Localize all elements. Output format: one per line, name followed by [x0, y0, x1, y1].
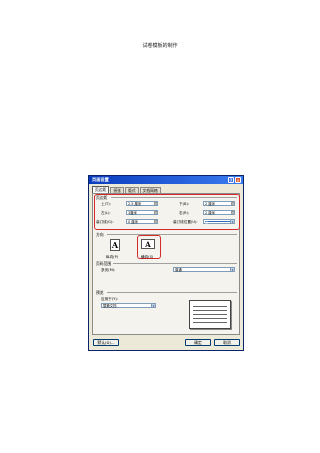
- apply-to-value: 整篇文档: [103, 304, 117, 308]
- multiple-pages-value: 普通: [175, 268, 182, 272]
- portrait-icon[interactable]: A: [110, 239, 120, 251]
- spin-arrows-icon[interactable]: ▴ ▾: [154, 210, 157, 215]
- ok-button[interactable]: 确定: [185, 339, 211, 346]
- gutter-value: 0 厘米: [128, 220, 139, 224]
- gutter-position-value: 左: [205, 220, 209, 224]
- chevron-down-icon[interactable]: ▾: [230, 220, 234, 224]
- divider: [113, 263, 237, 264]
- landscape-option-label[interactable]: 横向(S): [141, 255, 153, 260]
- pages-section-label: 页码范围: [96, 261, 112, 266]
- top-margin-label: 上(T):: [101, 202, 111, 206]
- portrait-option-label[interactable]: 纵向(P): [106, 255, 118, 260]
- top-margin-input[interactable]: 2.5 厘米 ▴ ▾: [126, 201, 158, 206]
- divider: [107, 234, 237, 235]
- page-preview-thumbnail: [189, 300, 231, 329]
- tab-strip: 页边距 纸张 版式 文档网格: [92, 186, 162, 193]
- spin-arrows-icon[interactable]: ▴ ▾: [231, 201, 234, 206]
- gutter-label: 装订线(G):: [96, 220, 114, 224]
- landscape-icon[interactable]: A: [141, 239, 155, 249]
- multiple-pages-select[interactable]: 普通 ▾: [173, 267, 235, 272]
- bottom-margin-label: 下(B):: [179, 202, 190, 206]
- dialog-title: 页面设置: [92, 177, 109, 182]
- bottom-margin-input[interactable]: 2 厘米 ▴ ▾: [203, 201, 235, 206]
- document-title: 试卷模板的制作: [142, 43, 178, 49]
- left-margin-input[interactable]: 3厘米 ▴ ▾: [126, 210, 158, 215]
- spin-arrows-icon[interactable]: ▴ ▾: [231, 210, 234, 215]
- divider: [107, 292, 237, 293]
- gutter-input[interactable]: 0 厘米 ▴ ▾: [126, 219, 158, 224]
- chevron-down-icon[interactable]: ▾: [230, 268, 234, 272]
- preview-section-label: 预览: [96, 290, 104, 295]
- preview-line: [193, 318, 227, 319]
- gutter-position-select[interactable]: 左 ▾: [203, 219, 235, 224]
- page-setup-dialog: 页面设置 ? ✕ 页边距 纸张 版式 文档网格 页边距 上(T): 2.5 厘米…: [88, 175, 244, 351]
- multiple-pages-label: 多页(M):: [101, 268, 116, 272]
- tab-margins[interactable]: 页边距: [92, 186, 110, 193]
- selection-fill: [205, 221, 230, 222]
- top-margin-value: 2.5 厘米: [128, 202, 142, 206]
- left-margin-label: 左(L):: [101, 211, 111, 215]
- right-margin-value: 2 厘米: [205, 211, 216, 215]
- left-margin-value: 3厘米: [128, 211, 137, 215]
- preview-line: [193, 306, 227, 307]
- spin-arrows-icon[interactable]: ▴ ▾: [154, 201, 157, 206]
- right-margin-label: 右(R):: [179, 211, 190, 215]
- divider: [111, 197, 237, 198]
- bottom-margin-value: 2 厘米: [205, 202, 216, 206]
- default-button[interactable]: 默认(D)...: [93, 339, 119, 346]
- dialog-titlebar[interactable]: 页面设置: [89, 176, 243, 184]
- spin-arrows-icon[interactable]: ▴ ▾: [154, 219, 157, 224]
- cancel-button[interactable]: 取消: [214, 339, 240, 346]
- preview-line: [193, 322, 227, 323]
- close-button[interactable]: ✕: [235, 177, 241, 183]
- apply-to-select[interactable]: 整篇文档 ▾: [101, 303, 156, 308]
- orientation-section-label: 方向: [96, 232, 104, 237]
- tab-panel: 页边距 上(T): 2.5 厘米 ▴ ▾ 下(B): 2 厘米 ▴ ▾ 左(L): …: [92, 193, 240, 335]
- chevron-down-icon[interactable]: ▾: [151, 304, 155, 308]
- preview-line: [193, 310, 227, 311]
- right-margin-input[interactable]: 2 厘米 ▴ ▾: [203, 210, 235, 215]
- apply-to-label: 应用于(Y):: [101, 297, 118, 301]
- preview-line: [193, 314, 227, 315]
- gutter-position-label: 装订线位置(U):: [173, 220, 198, 224]
- help-button[interactable]: ?: [228, 177, 234, 183]
- margins-section-label: 页边距: [96, 195, 108, 200]
